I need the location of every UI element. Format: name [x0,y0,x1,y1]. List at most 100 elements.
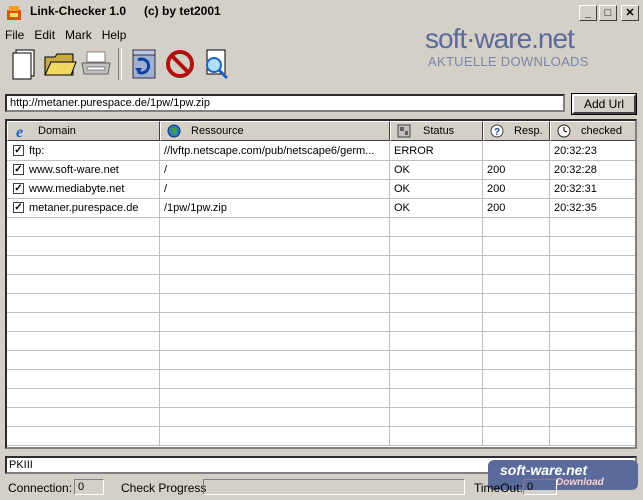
row-checkbox[interactable]: ✓ [13,202,24,213]
cell-status [390,218,483,237]
menu-edit[interactable]: Edit [29,26,60,44]
print-icon [81,51,111,75]
cell-response [483,142,550,161]
cell-checked-time [550,389,635,408]
table-row [7,427,635,446]
column-checked[interactable]: checked [550,121,635,141]
cell-response [483,389,550,408]
add-url-button[interactable]: Add Url [571,93,637,115]
menu-file[interactable]: File [0,26,29,44]
cell-response [483,351,550,370]
connection-count: 0 [74,479,104,495]
menu-bar: File Edit Mark Help [0,26,131,44]
cell-domain [7,427,160,446]
table-row[interactable]: ✓ www.mediabyte.net / OK 200 20:32:31 [7,180,635,199]
cell-domain [7,256,160,275]
cell-status [390,408,483,427]
column-domain-label: Domain [38,125,76,137]
help-icon: ? [490,124,504,138]
row-checkbox[interactable]: ✓ [13,145,24,156]
menu-help[interactable]: Help [97,26,132,44]
cell-domain [7,275,160,294]
open-folder-icon [44,53,77,76]
table-row[interactable]: ✓ metaner.purespace.de/1pw/1pw.zip OK 200 20… [7,199,635,218]
new-button[interactable] [6,46,42,82]
status-icon [397,124,411,138]
cell-checked-time [550,313,635,332]
cell-checked-time [550,237,635,256]
app-icon [7,6,21,20]
close-button[interactable]: ✕ [621,5,639,21]
check-progress-bar [203,479,465,495]
cell-resource [160,370,390,389]
cell-domain: ✓ metaner.purespace.de [7,199,160,218]
cell-response [483,313,550,332]
watermark-name: soft-ware.net [500,462,588,478]
cell-domain [7,351,160,370]
cell-domain [7,370,160,389]
column-domain[interactable]: e Domain [7,121,160,141]
cell-status [390,275,483,294]
timeout-label: TimeOut: [474,481,523,495]
table-row[interactable]: ✓ ftp: //lvftp.netscape.com/pub/netscape6/… [7,142,635,161]
stop-button[interactable] [162,46,198,82]
row-checkbox[interactable]: ✓ [13,183,24,194]
timeout-value: 0 [523,479,557,495]
open-button[interactable] [42,46,78,82]
cell-response [483,275,550,294]
app-title: Link-Checker 1.0 [30,4,127,18]
cell-checked-time [550,275,635,294]
cell-response [483,332,550,351]
cell-domain [7,294,160,313]
cell-resource [160,237,390,256]
column-response[interactable]: ? Resp. [483,121,550,141]
cell-resource: /1pw/1pw.zip [160,199,390,218]
cell-checked-time: 20:32:28 [550,161,635,180]
cell-response [483,408,550,427]
refresh-icon [132,49,156,79]
brand-logo: soft·ware.net AKTUELLE DOWNLOADS [425,24,640,70]
maximize-button[interactable]: □ [599,5,617,21]
table-row[interactable]: ✓ www.soft-ware.net / OK 200 20:32:28 [7,161,635,180]
cell-response: 200 [483,199,550,218]
cell-checked-time [550,408,635,427]
cell-domain: ✓ www.mediabyte.net [7,180,160,199]
table-row [7,237,635,256]
cell-checked-time: 20:32:23 [550,142,635,161]
toolbar-separator [118,48,122,80]
url-input[interactable]: http://metaner.purespace.de/1pw/1pw.zip [5,94,565,112]
globe-icon [167,124,181,138]
cell-checked-time: 20:32:31 [550,180,635,199]
cell-resource: / [160,161,390,180]
title-bar: Link-Checker 1.0 (c) by tet2001 _ □ ✕ [0,0,643,25]
cell-resource [160,389,390,408]
cell-resource [160,408,390,427]
stop-icon [166,50,194,78]
cell-domain-text: www.mediabyte.net [29,183,125,195]
column-status[interactable]: Status [390,121,483,141]
menu-mark[interactable]: Mark [60,26,97,44]
cell-status [390,294,483,313]
cell-checked-time [550,351,635,370]
column-resource-label: Ressource [191,125,244,137]
cell-status [390,313,483,332]
column-resource[interactable]: Ressource [160,121,390,141]
cell-domain-text: metaner.purespace.de [29,202,139,214]
cell-resource [160,313,390,332]
cell-checked-time [550,332,635,351]
refresh-button[interactable] [126,46,162,82]
cell-resource [160,275,390,294]
svg-text:?: ? [494,127,500,138]
minimize-button[interactable]: _ [579,5,597,21]
cell-resource [160,427,390,446]
cell-domain: ✓ www.soft-ware.net [7,161,160,180]
cell-response [483,237,550,256]
row-checkbox[interactable]: ✓ [13,164,24,175]
brand-tagline: AKTUELLE DOWNLOADS [428,54,589,69]
cell-status: ERROR [390,142,483,161]
check-button[interactable] [198,46,234,82]
cell-domain [7,332,160,351]
print-button[interactable] [78,46,114,82]
link-table: e Domain Ressource Status ? Resp. checke… [5,119,637,449]
cell-resource: //lvftp.netscape.com/pub/netscape6/germ.… [160,142,390,161]
